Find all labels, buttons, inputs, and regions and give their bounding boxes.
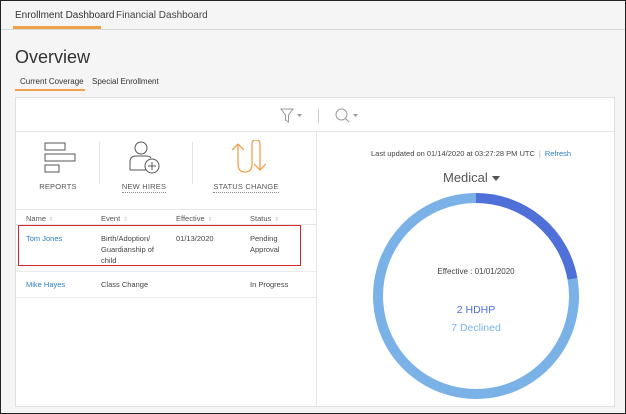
search-button[interactable] — [334, 107, 360, 125]
toolbar-divider — [318, 109, 319, 123]
column-header-event[interactable]: Event ⇳ — [101, 214, 128, 223]
reports-button[interactable]: REPORTS — [18, 140, 98, 200]
declined-count: 7 Declined — [451, 322, 501, 334]
column-header-status[interactable]: Status ⇳ — [250, 214, 279, 223]
action-divider — [99, 142, 100, 184]
status-cell: In Progress — [250, 280, 289, 289]
action-divider — [192, 142, 193, 184]
last-updated: Last updated on 01/14/2020 at 03:27:28 P… — [371, 149, 571, 158]
table-row[interactable]: Mike Hayes Class Change In Progress — [16, 272, 316, 298]
search-icon — [335, 108, 358, 123]
page-title: Overview — [15, 47, 91, 67]
active-tab-indicator — [13, 26, 101, 29]
effective-date-label: Effective : 01/01/2020 — [437, 267, 515, 276]
status-change-label: STATUS CHANGE — [213, 182, 279, 193]
plan-type-dropdown[interactable]: Medical — [443, 170, 500, 185]
status-change-button[interactable]: STATUS CHANGE — [206, 140, 286, 200]
toolbar — [16, 98, 616, 132]
filter-icon — [280, 108, 302, 123]
hdhp-count: 2 HDHP — [457, 304, 496, 316]
sort-icon: ⇳ — [274, 217, 280, 223]
tab-enrollment-dashboard[interactable]: Enrollment Dashboard — [15, 10, 115, 21]
enrollment-donut-chart: Effective : 01/01/2020 2 HDHP 7 Declined — [373, 193, 579, 399]
last-updated-text: Last updated on 01/14/2020 at 03:27:28 P… — [371, 149, 535, 158]
refresh-link[interactable]: Refresh — [545, 149, 571, 158]
event-cell: Class Change — [101, 280, 149, 289]
column-header-effective[interactable]: Effective ⇳ — [176, 214, 213, 223]
coverage-panel: REPORTS NEW HIRES STATUS CHANGE Name ⇳ E… — [15, 97, 616, 408]
tab-current-coverage[interactable]: Current Coverage — [20, 77, 84, 86]
separator: | — [538, 149, 541, 158]
status-change-icon — [231, 140, 266, 173]
sort-icon: ⇳ — [123, 217, 129, 223]
new-hires-label: NEW HIRES — [121, 182, 167, 193]
reports-label: REPORTS — [39, 182, 77, 191]
new-hire-icon — [129, 141, 160, 174]
chevron-down-icon — [491, 176, 500, 182]
reports-icon — [44, 142, 76, 173]
highlight-box — [18, 225, 301, 266]
top-tab-bar: Enrollment Dashboard Financial Dashboard — [1, 1, 625, 30]
filter-button[interactable] — [280, 108, 304, 124]
tab-special-enrollment[interactable]: Special Enrollment — [92, 77, 159, 86]
sort-icon: ⇳ — [49, 217, 55, 223]
plan-type-value: Medical — [443, 170, 488, 185]
summary-column: Last updated on 01/14/2020 at 03:27:28 P… — [318, 132, 616, 408]
events-column: REPORTS NEW HIRES STATUS CHANGE Name ⇳ E… — [16, 132, 317, 408]
sort-icon: ⇳ — [207, 217, 213, 223]
active-subtab-indicator — [15, 89, 85, 91]
column-header-name[interactable]: Name ⇳ — [26, 214, 54, 223]
table-header: Name ⇳ Event ⇳ Effective ⇳ Status ⇳ — [16, 209, 316, 225]
tab-financial-dashboard[interactable]: Financial Dashboard — [116, 10, 208, 21]
employee-name-link[interactable]: Mike Hayes — [26, 279, 65, 290]
new-hires-button[interactable]: NEW HIRES — [104, 140, 184, 200]
